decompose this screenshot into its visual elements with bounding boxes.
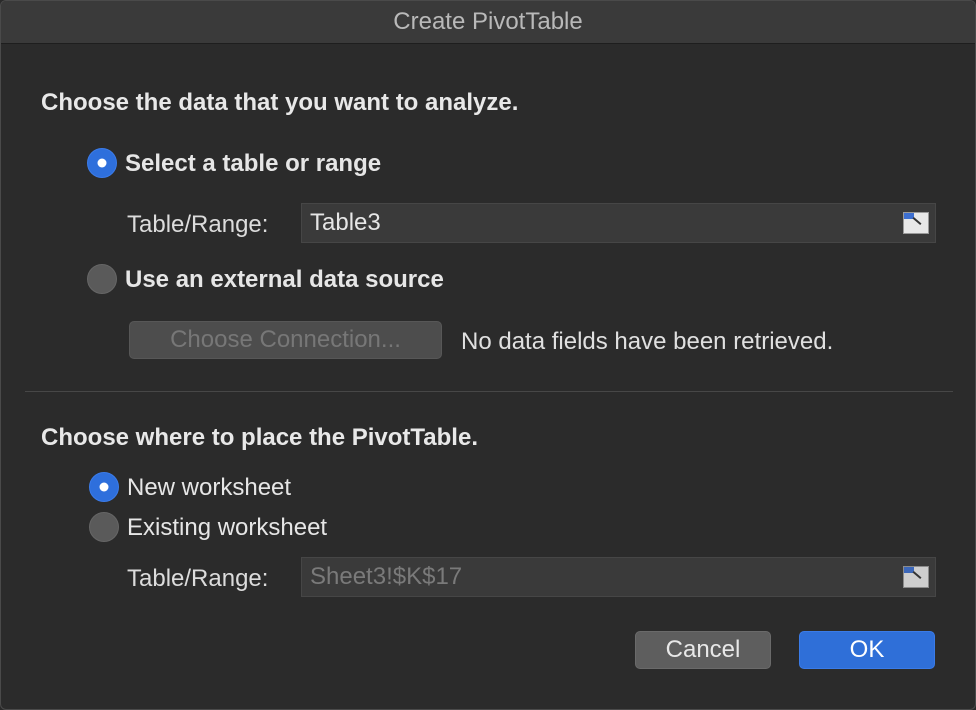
section-divider — [25, 391, 953, 392]
external-source-radio[interactable] — [87, 264, 117, 294]
existing-worksheet-label[interactable]: Existing worksheet — [127, 514, 327, 542]
ok-button[interactable]: OK — [799, 631, 935, 669]
data-section-heading: Choose the data that you want to analyze… — [41, 89, 519, 116]
table-range-field[interactable] — [301, 203, 936, 243]
table-range-label: Table/Range: — [127, 211, 269, 238]
external-source-label[interactable]: Use an external data source — [125, 266, 444, 294]
location-range-label: Table/Range: — [127, 565, 269, 592]
existing-worksheet-radio[interactable] — [89, 512, 119, 542]
data-fields-status: No data fields have been retrieved. — [461, 328, 834, 355]
choose-connection-button[interactable]: Choose Connection... — [129, 321, 442, 359]
table-range-input[interactable] — [310, 204, 870, 242]
create-pivottable-dialog: Create PivotTable Choose the data that y… — [0, 0, 976, 710]
cancel-button[interactable]: Cancel — [635, 631, 771, 669]
new-worksheet-label[interactable]: New worksheet — [127, 474, 291, 502]
collapse-range-icon[interactable] — [903, 566, 929, 588]
place-section-heading: Choose where to place the PivotTable. — [41, 424, 478, 451]
select-table-label[interactable]: Select a table or range — [125, 150, 381, 178]
new-worksheet-radio[interactable] — [89, 472, 119, 502]
title-bar[interactable]: Create PivotTable — [1, 1, 975, 44]
collapse-range-icon[interactable] — [903, 212, 929, 234]
location-range-field[interactable] — [301, 557, 936, 597]
location-range-input[interactable] — [310, 558, 870, 596]
dialog-title: Create PivotTable — [393, 8, 583, 35]
select-table-radio[interactable] — [87, 148, 117, 178]
